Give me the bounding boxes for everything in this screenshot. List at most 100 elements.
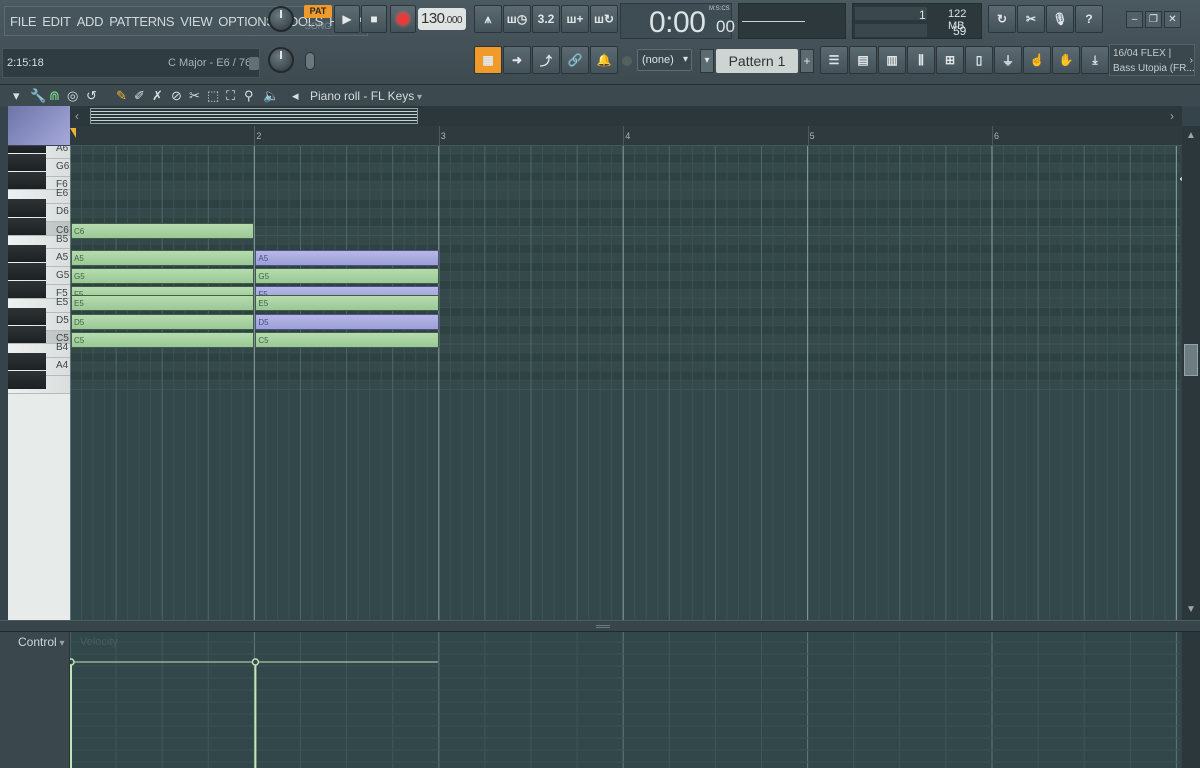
black-key[interactable] — [8, 280, 46, 299]
menu-add[interactable]: ADD — [74, 14, 107, 29]
chevron-left-icon[interactable]: ‹ — [75, 109, 79, 123]
close-icon[interactable]: ✕ — [1164, 11, 1181, 28]
pat-song-switch[interactable]: PAT SONG — [304, 5, 332, 33]
chevron-up-icon[interactable]: ▲ — [1186, 130, 1196, 141]
black-key[interactable] — [8, 146, 46, 154]
undo-icon[interactable]: ↺ — [86, 88, 97, 104]
event-editor-splitter[interactable] — [0, 620, 1200, 632]
event-vertical-scrollbar[interactable] — [1182, 632, 1200, 768]
note-a5[interactable]: A5 — [71, 250, 255, 267]
black-key[interactable] — [8, 262, 46, 280]
brush-icon[interactable]: ✐ — [134, 88, 145, 104]
browser-button[interactable]: ⊞ — [936, 46, 964, 74]
event-grid[interactable] — [70, 632, 1180, 768]
event-target-select[interactable]: Control — [18, 635, 65, 649]
black-key[interactable] — [8, 199, 46, 217]
note-g5[interactable]: G5 — [255, 268, 439, 285]
master-pitch-slider[interactable] — [305, 52, 315, 70]
magnet-icon[interactable]: ⋒ — [49, 88, 60, 104]
mute-icon[interactable]: ⊘ — [171, 88, 182, 104]
note-a5[interactable]: A5 — [255, 250, 439, 267]
channel-filter-select[interactable]: (none) — [637, 49, 692, 71]
note-e5[interactable]: E5 — [255, 295, 439, 312]
snap-icon[interactable]: ◎ — [67, 88, 78, 104]
piano-roll-title[interactable]: Piano roll - FL Keys — [310, 89, 422, 103]
menu-edit[interactable]: EDIT — [39, 14, 73, 29]
menu-view[interactable]: VIEW — [177, 14, 215, 29]
chevron-down-icon[interactable]: ▼ — [1186, 604, 1196, 615]
menu-patterns[interactable]: PATTERNS — [106, 14, 177, 29]
record-button[interactable] — [390, 5, 416, 33]
magnifier-icon[interactable]: ⚲ — [244, 88, 254, 104]
timeline-ruler[interactable]: 2 3 4 5 6 — [70, 126, 1182, 146]
multilink-button[interactable]: 🔔 — [590, 46, 618, 74]
pat-mode[interactable]: PAT — [304, 5, 332, 18]
black-key[interactable] — [8, 154, 46, 172]
note-e5[interactable]: E5 — [71, 295, 255, 312]
note-g5[interactable]: G5 — [71, 268, 255, 285]
note-properties-corner[interactable] — [8, 106, 70, 146]
download-button[interactable]: ⤓ — [1081, 46, 1109, 74]
delete-icon[interactable]: ✗ — [152, 88, 163, 104]
black-key[interactable] — [8, 353, 46, 371]
tempo-display[interactable]: 130.000 — [418, 8, 466, 30]
song-position-display[interactable]: 0:00 M:S:CS 00 — [620, 3, 735, 39]
mic-button[interactable]: 🎙 — [1046, 5, 1074, 33]
note-c5[interactable]: C5 — [255, 331, 439, 348]
piano-roll-button[interactable]: ▤ — [849, 46, 877, 74]
plugin-picker-button[interactable]: ▯ — [965, 46, 993, 74]
metronome-button[interactable]: ⩚ — [474, 5, 502, 33]
black-key[interactable] — [8, 172, 46, 190]
select-icon[interactable]: ⬚ — [207, 88, 219, 104]
typing-keyboard-button[interactable]: ▦ — [474, 46, 502, 74]
note-grid[interactable]: C6A5A5G5G5F5F5E5E5D5D5C5C5 — [70, 146, 1180, 620]
target-speaker-icon[interactable]: ◂ — [292, 88, 299, 104]
black-key[interactable] — [8, 308, 46, 326]
vertical-scroll-thumb[interactable] — [1184, 344, 1198, 376]
wrench-icon[interactable]: 🔧 — [30, 88, 46, 104]
zoom-icon[interactable]: ⛶ — [226, 88, 235, 104]
vertical-scrollbar[interactable]: ▲ ▼ — [1182, 126, 1200, 620]
piano-keyboard[interactable]: A6 G6 F6 E6 D6 C6 B5 A5 G5 F5 E5 D5 C5 B4 A4 — [8, 146, 70, 620]
undo-history-button[interactable]: ↻ — [988, 5, 1016, 33]
chevron-right-icon[interactable]: › — [1170, 109, 1174, 123]
loop-record-button[interactable]: ш↻ — [590, 5, 618, 33]
blend-notes-button[interactable]: ш+ — [561, 5, 589, 33]
splitter-grip[interactable] — [596, 625, 610, 628]
note-c5[interactable]: C5 — [71, 331, 255, 348]
cut-tool-button[interactable]: ✂ — [1017, 5, 1045, 33]
note-c6[interactable]: C6 — [71, 223, 255, 240]
step-edit-button[interactable]: ➜ — [503, 46, 531, 74]
speaker-icon[interactable]: 🔈 — [263, 88, 279, 104]
black-key[interactable] — [8, 244, 46, 262]
horizontal-scrollbar[interactable]: ‹ › — [70, 106, 1182, 126]
plugin-database-button[interactable]: ⏚ — [994, 46, 1022, 74]
wait-for-input-button[interactable]: ш◷ — [503, 5, 531, 33]
help-button[interactable]: ? — [1075, 5, 1103, 33]
horizontal-scroll-thumb[interactable] — [90, 108, 418, 124]
pencil-icon[interactable]: ✎ — [116, 88, 127, 104]
play-button[interactable]: ▶ — [334, 5, 360, 33]
master-volume-knob[interactable] — [268, 6, 294, 32]
channel-rack-button[interactable]: ▥ — [878, 46, 906, 74]
restore-icon[interactable]: ❐ — [1145, 11, 1162, 28]
pattern-dropdown-button[interactable]: ▾ — [700, 49, 714, 73]
chevron-right-icon[interactable]: › — [1190, 55, 1193, 66]
menu-file[interactable]: FILE — [7, 14, 39, 29]
mixer-button[interactable]: ⫼ — [907, 46, 935, 74]
stop-button[interactable]: ■ — [361, 5, 387, 33]
slice-icon[interactable]: ✂ — [189, 88, 200, 104]
slide-button[interactable]: ⤴ — [532, 46, 560, 74]
menu-arrow-icon[interactable]: ▾ — [13, 88, 20, 104]
pattern-selector[interactable]: Pattern 1 — [716, 49, 798, 73]
playlist-button[interactable]: ☰ — [820, 46, 848, 74]
tutorial-button[interactable]: ✋ — [1052, 46, 1080, 74]
news-plugin-panel[interactable]: 16/04 FLEX | Bass Utopia (FR... › — [1109, 44, 1195, 76]
link-button[interactable]: 🔗 — [561, 46, 589, 74]
black-key[interactable] — [8, 217, 46, 235]
note-d5[interactable]: D5 — [71, 313, 255, 330]
countdown-button[interactable]: 3.2 — [532, 5, 560, 33]
master-pitch-knob[interactable] — [268, 47, 294, 73]
note-d5[interactable]: D5 — [255, 313, 439, 330]
add-pattern-button[interactable]: + — [800, 49, 814, 73]
